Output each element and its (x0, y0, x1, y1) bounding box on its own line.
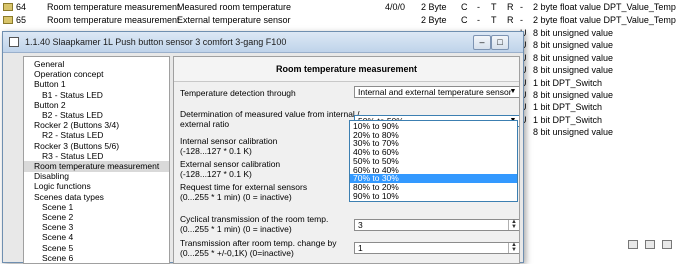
request-time-label-line2: (0...255 * 1 min) (0 = inactive) (180, 192, 292, 202)
datapoint-type: 8 bit unsigned value (533, 127, 614, 138)
maximize-button[interactable]: □ (491, 35, 509, 50)
parameter-tree: General Operation concept Button 1 B1 - Sta… (23, 56, 170, 264)
flag-r: - (477, 15, 480, 25)
dialog-title: 1.1.40 Slaapkamer 1L Push button sensor … (25, 37, 287, 47)
object-name: Room temperature measurement (47, 15, 180, 25)
datapoint-type: 1 bit DPT_Switch (533, 77, 603, 88)
datapoint-type: 1 bit DPT_Switch (533, 102, 603, 113)
transmission-change-label-line2: (0...255 * +/-0,1K) (0=inactive) (180, 248, 294, 258)
table-row[interactable]: 64 Room temperature measurement Measured r… (0, 1, 680, 14)
internal-calibration-label-line1: Internal sensor calibration (180, 136, 278, 146)
object-number: 65 (16, 15, 27, 25)
flag-c: C (461, 2, 468, 12)
flag-t: T (491, 15, 497, 25)
temp-detection-select[interactable]: Internal and external temperature sensor… (354, 86, 519, 98)
transmission-change-label-line1: Transmission after room temp. change by (180, 238, 337, 248)
spin-arrows-icon[interactable]: ▲ ▼ (508, 242, 519, 253)
tree-item[interactable]: Scene 6 (24, 253, 169, 263)
datapoint-type: 8 bit unsigned value (533, 65, 614, 76)
flag-r: - (477, 2, 480, 12)
datapoint-type: 8 bit unsigned value (533, 40, 614, 51)
determination-label-line1: Determination of measured value from int… (180, 109, 360, 119)
cyclical-transmission-value: 3 (358, 220, 363, 230)
object-size: 2 Byte (421, 15, 447, 25)
cyclical-transmission-input[interactable]: 3 ▲ ▼ (354, 219, 519, 231)
dialog-titlebar: 1.1.40 Slaapkamer 1L Push button sensor … (3, 32, 523, 53)
object-name: Room temperature measurement (47, 2, 180, 12)
table-row[interactable]: 65 Room temperature measurement External t… (0, 14, 680, 27)
datapoint-type: 2 byte float value DPT_Value_Temp (533, 15, 676, 25)
external-calibration-label-line1: External sensor calibration (180, 159, 281, 169)
object-icon (3, 3, 13, 11)
device-icon (9, 37, 19, 47)
flag-t: T (491, 2, 497, 12)
datapoint-type: 8 bit unsigned value (533, 52, 614, 63)
object-number: 64 (16, 2, 27, 12)
cyclical-transmission-label-line2: (0...255 * 1 min) (0 = inactive) (180, 224, 292, 234)
object-function: External temperature sensor (177, 15, 291, 25)
determination-dropdown-list: 10% to 90% 20% to 80% 30% to 70% 40% to 60%… (349, 120, 518, 202)
object-icon (3, 16, 13, 24)
request-time-label-line1: Request time for external sensors (180, 182, 308, 192)
panel-heading: Room temperature measurement (174, 57, 519, 82)
window-icon[interactable] (662, 240, 672, 249)
datapoint-type: 1 bit DPT_Switch (533, 114, 603, 125)
cyclical-transmission-label-line1: Cyclical transmission of the room temp. (180, 214, 329, 224)
flag-rr: R (507, 2, 514, 12)
determination-label-line2: external ratio (180, 119, 230, 129)
transmission-change-input[interactable]: 1 ▲ ▼ (354, 242, 519, 254)
flag-u: - (520, 15, 523, 25)
flag-rr: R (507, 15, 514, 25)
temp-detection-value: Internal and external temperature sensor (358, 87, 512, 97)
minimize-button[interactable]: – (473, 35, 491, 50)
spin-arrows-icon[interactable]: ▲ ▼ (508, 219, 519, 230)
window-icon[interactable] (628, 240, 638, 249)
datapoint-type: 2 byte float value DPT_Value_Temp (533, 2, 676, 12)
datapoint-type: 8 bit unsigned value (533, 28, 614, 38)
flag-u: - (520, 2, 523, 12)
object-function: Measured room temperature (177, 2, 292, 12)
datapoint-type: 8 bit unsigned value (533, 90, 614, 100)
dropdown-option[interactable]: 90% to 10% (350, 192, 517, 201)
transmission-change-value: 1 (358, 243, 363, 253)
flag-c: C (461, 15, 468, 25)
chevron-down-icon: ▼ (509, 88, 517, 95)
internal-calibration-label-line2: (-128...127 * 0.1 K) (180, 146, 252, 156)
external-calibration-label-line2: (-128...127 * 0.1 K) (180, 169, 252, 179)
temp-detection-label: Temperature detection through (180, 88, 296, 98)
window-icon[interactable] (645, 240, 655, 249)
group-address: 4/0/0 (385, 2, 406, 12)
object-size: 2 Byte (421, 2, 447, 12)
